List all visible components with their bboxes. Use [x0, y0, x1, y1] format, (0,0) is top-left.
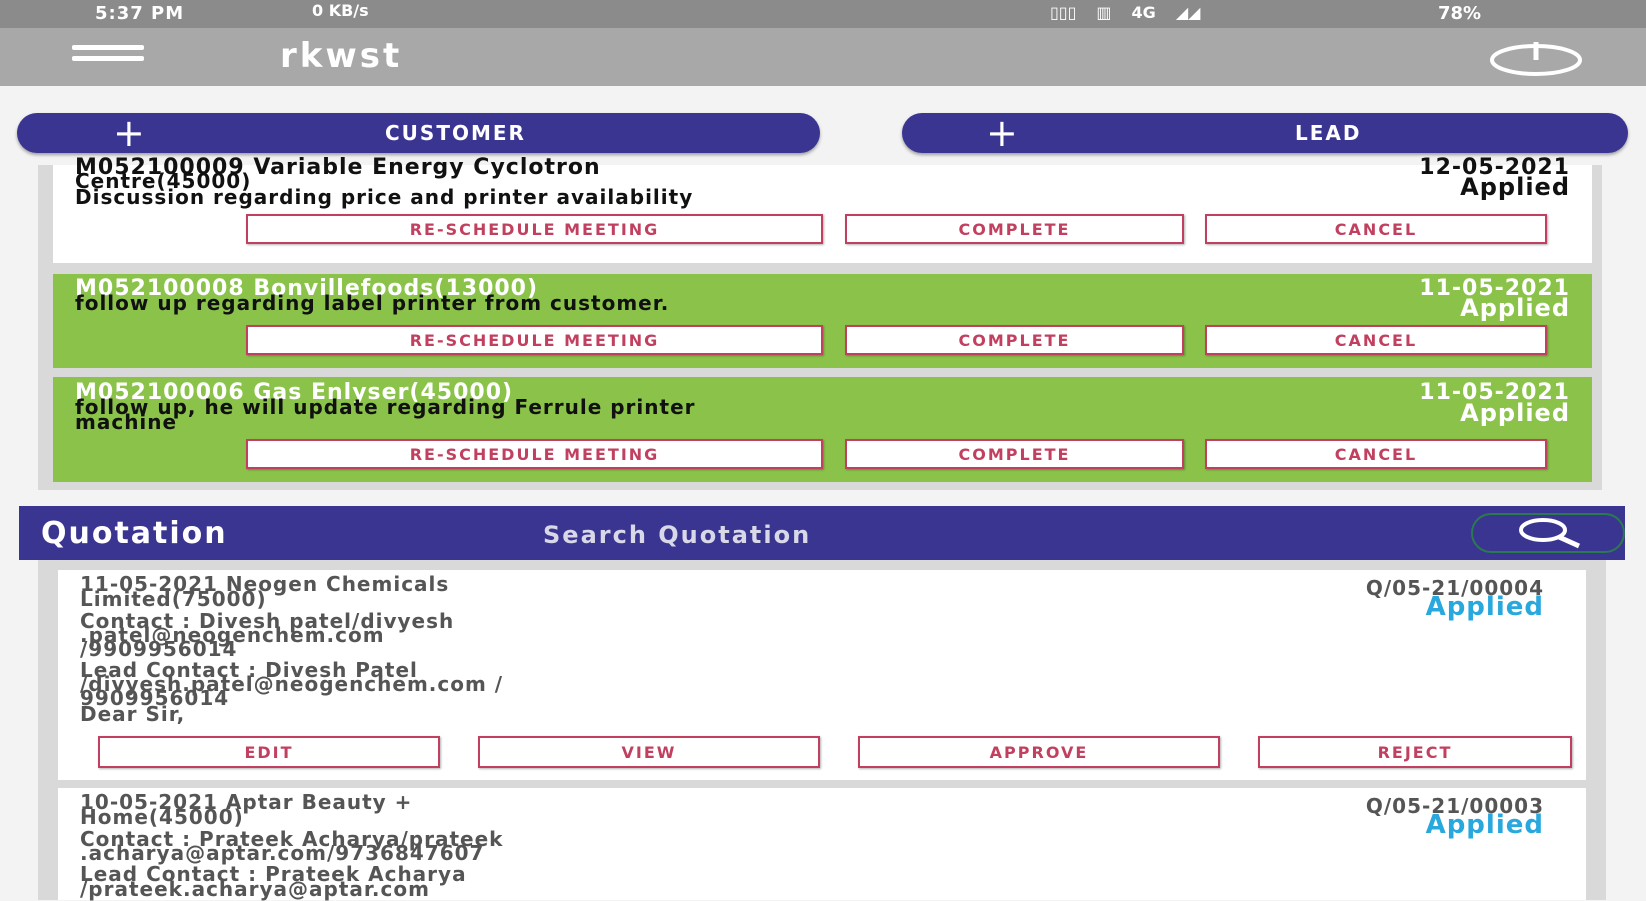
- quotation-contact-phone: /9909956014: [80, 637, 238, 661]
- meeting-status: Applied: [1460, 294, 1570, 322]
- signal-icon: ◢◢: [1175, 3, 1201, 22]
- status-bar: 5:37 PM 0 KB/s ▯▯▯ ▥ 4G ◢◢ 78%: [0, 0, 1646, 28]
- complete-button[interactable]: COMPLETE: [845, 439, 1184, 469]
- meeting-status: Applied: [1460, 399, 1570, 427]
- cancel-button[interactable]: CANCEL: [1205, 439, 1547, 469]
- quotation-card[interactable]: 10-05-2021 Aptar Beauty + Home(45000) Co…: [58, 788, 1586, 900]
- search-icon: [1519, 518, 1581, 549]
- volte-icon: ▥: [1096, 3, 1112, 22]
- meeting-description: Discussion regarding price and printer a…: [75, 185, 694, 209]
- hamburger-menu-icon[interactable]: [72, 45, 144, 71]
- add-customer-button[interactable]: + CUSTOMER: [17, 111, 820, 155]
- reschedule-meeting-button[interactable]: RE-SCHEDULE MEETING: [246, 214, 823, 244]
- edit-button[interactable]: EDIT: [98, 736, 440, 768]
- quotation-list[interactable]: 11-05-2021 Neogen Chemicals Limited(7500…: [38, 560, 1606, 900]
- reschedule-meeting-button[interactable]: RE-SCHEDULE MEETING: [246, 439, 823, 469]
- view-button[interactable]: VIEW: [478, 736, 820, 768]
- reschedule-meeting-button[interactable]: RE-SCHEDULE MEETING: [246, 325, 823, 355]
- download-speed-indicator: 0 KB/s: [312, 1, 369, 20]
- complete-button[interactable]: COMPLETE: [845, 214, 1184, 244]
- quotation-status: Applied: [1425, 810, 1544, 840]
- approve-button[interactable]: APPROVE: [858, 736, 1220, 768]
- meeting-status: Applied: [1460, 173, 1570, 201]
- network-type-label: 4G: [1131, 3, 1156, 22]
- quotation-date-customer-cont: Home(45000): [80, 805, 244, 829]
- quotation-title: Quotation: [41, 516, 228, 551]
- quotation-header: Quotation: [19, 506, 1625, 560]
- meeting-card[interactable]: M052100009 Variable Energy Cyclotron Cen…: [53, 155, 1592, 263]
- meeting-description: follow up regarding label printer from c…: [75, 291, 670, 315]
- reject-button[interactable]: REJECT: [1258, 736, 1572, 768]
- meeting-description-cont: machine: [75, 410, 178, 434]
- meetings-list[interactable]: M052100009 Variable Energy Cyclotron Cen…: [38, 155, 1602, 490]
- status-icons: ▯▯▯ ▥ 4G ◢◢: [1050, 3, 1200, 22]
- app-bar: rkwst: [0, 28, 1646, 86]
- power-logout-icon[interactable]: [1488, 38, 1584, 78]
- quotation-contact-cont: .acharya@aptar.com/9736847607: [80, 841, 485, 865]
- quotation-card[interactable]: 11-05-2021 Neogen Chemicals Limited(7500…: [58, 570, 1586, 780]
- search-button[interactable]: [1471, 513, 1625, 553]
- vibrate-icon: ▯▯▯: [1050, 3, 1077, 22]
- quotation-status: Applied: [1425, 592, 1544, 622]
- plus-icon: +: [986, 111, 1020, 155]
- search-quotation-input[interactable]: [541, 520, 1145, 550]
- complete-button[interactable]: COMPLETE: [845, 325, 1184, 355]
- add-lead-button[interactable]: + LEAD: [902, 111, 1628, 155]
- add-customer-label: CUSTOMER: [385, 121, 526, 145]
- app-title: rkwst: [280, 36, 403, 76]
- cancel-button[interactable]: CANCEL: [1205, 325, 1547, 355]
- plus-icon: +: [113, 111, 147, 155]
- quotation-date-customer-cont: Limited(75000): [80, 587, 267, 611]
- quotation-lead-contact-cont: /prateek.acharya@aptar.com: [80, 877, 430, 901]
- cancel-button[interactable]: CANCEL: [1205, 214, 1547, 244]
- status-time: 5:37 PM: [95, 3, 185, 24]
- add-lead-label: LEAD: [1295, 121, 1362, 145]
- quotation-note: Dear Sir,: [80, 702, 186, 726]
- meeting-card[interactable]: M052100008 Bonvillefoods(13000) follow u…: [53, 274, 1592, 368]
- meeting-card[interactable]: M052100006 Gas Enlyser(45000) follow up,…: [53, 377, 1592, 482]
- battery-level: 78%: [1438, 3, 1482, 24]
